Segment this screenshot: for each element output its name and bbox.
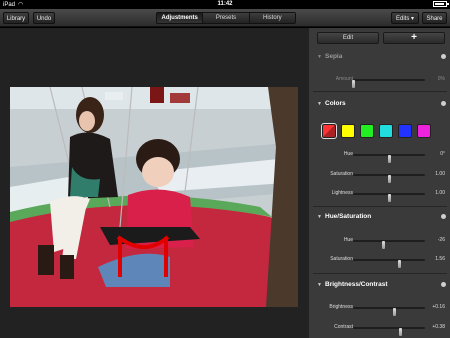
divider: [313, 273, 447, 274]
photo-canvas: [0, 28, 308, 338]
divider: [313, 91, 447, 92]
collapse-triangle-icon: ▼: [317, 214, 322, 220]
status-bar: iPad ◠ 11:42: [0, 0, 450, 9]
colors-saturation-row: Saturation 1.00: [309, 169, 450, 183]
color-swatch[interactable]: [398, 124, 412, 138]
edited-photo[interactable]: [10, 87, 298, 307]
colors-hue-row: Hue 0°: [309, 149, 450, 163]
collapse-triangle-icon: ▼: [317, 54, 322, 60]
huesat-hue-slider[interactable]: [353, 240, 425, 249]
edits-menu-button[interactable]: Edits ▾: [391, 12, 419, 24]
status-clock: 11:42: [217, 1, 233, 7]
huesat-toggle[interactable]: [441, 214, 446, 219]
slider-knob[interactable]: [398, 260, 402, 268]
color-swatch[interactable]: [417, 124, 431, 138]
contrast-row: Contrast +0.38: [309, 322, 450, 336]
divider: [313, 206, 447, 207]
slider-knob[interactable]: [387, 194, 391, 202]
sepia-toggle[interactable]: [441, 54, 446, 59]
brightcon-section-header[interactable]: ▼ Brightness/Contrast: [309, 278, 450, 292]
brightcon-toggle[interactable]: [441, 282, 446, 287]
sepia-section-header[interactable]: ▼ Sepia: [309, 50, 450, 64]
color-swatch[interactable]: [341, 124, 355, 138]
mode-tabs: Adjustments Presets History: [156, 12, 296, 24]
slider-knob[interactable]: [392, 308, 396, 316]
huesat-section-header[interactable]: ▼ Hue/Saturation: [309, 210, 450, 224]
slider-knob[interactable]: [399, 328, 403, 336]
share-button[interactable]: Share: [422, 12, 447, 24]
slider-knob[interactable]: [351, 80, 355, 88]
battery-icon: [433, 1, 449, 7]
edit-button[interactable]: Edit: [317, 32, 379, 44]
top-toolbar: Library Undo Adjustments Presets History…: [0, 9, 450, 27]
collapse-triangle-icon: ▼: [317, 101, 322, 107]
colors-lightness-row: Lightness 1.00: [309, 188, 450, 202]
color-swatch[interactable]: [360, 124, 374, 138]
colors-section-header[interactable]: ▼ Colors: [309, 97, 450, 111]
tab-presets[interactable]: Presets: [203, 13, 250, 23]
library-button[interactable]: Library: [3, 12, 29, 24]
tab-adjustments[interactable]: Adjustments: [157, 13, 204, 23]
brightness-slider[interactable]: [353, 307, 425, 316]
brightness-row: Brightness +0.16: [309, 302, 450, 316]
colors-hue-slider[interactable]: [353, 154, 425, 163]
contrast-slider[interactable]: [353, 327, 425, 336]
colors-toggle[interactable]: [441, 101, 446, 106]
huesat-saturation-row: Saturation 1.56: [309, 254, 450, 268]
sepia-amount-row: Amount 0%: [309, 74, 450, 88]
color-swatches: [321, 123, 431, 139]
sepia-amount-slider[interactable]: [351, 79, 425, 88]
color-swatch[interactable]: [321, 123, 337, 139]
add-button[interactable]: +: [383, 32, 445, 44]
tab-history[interactable]: History: [249, 13, 295, 23]
slider-knob[interactable]: [382, 241, 386, 249]
color-swatch[interactable]: [379, 124, 393, 138]
huesat-hue-row: Hue -26: [309, 235, 450, 249]
huesat-saturation-slider[interactable]: [353, 259, 425, 268]
undo-button[interactable]: Undo: [33, 12, 55, 24]
colors-saturation-slider[interactable]: [353, 174, 425, 183]
adjustments-panel: Edit + ▼ Sepia Amount 0% ▼ Colors Hue 0°…: [308, 28, 450, 338]
colors-lightness-slider[interactable]: [353, 193, 425, 202]
slider-knob[interactable]: [387, 155, 391, 163]
slider-knob[interactable]: [387, 175, 391, 183]
collapse-triangle-icon: ▼: [317, 282, 322, 288]
